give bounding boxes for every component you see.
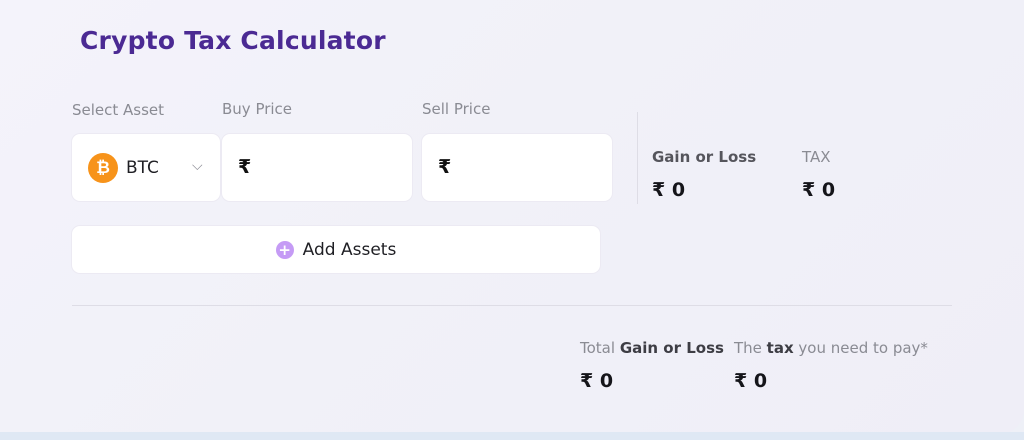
- add-assets-button[interactable]: + Add Assets: [72, 226, 600, 273]
- total-gain-loss-value: ₹ 0: [580, 370, 614, 392]
- asset-select[interactable]: ₿ BTC ⌵: [72, 134, 220, 201]
- total-prefix: Total: [580, 339, 620, 357]
- asset-select-value: BTC: [126, 158, 159, 178]
- sell-price-input[interactable]: ₹: [422, 134, 612, 201]
- buy-price-input[interactable]: ₹: [222, 134, 412, 201]
- add-assets-label: Add Assets: [302, 239, 397, 260]
- total-gain-loss-label: Total Gain or Loss: [580, 339, 724, 357]
- rupee-icon: ₹: [238, 156, 252, 178]
- page-title: Crypto Tax Calculator: [80, 26, 386, 55]
- buy-price-label: Buy Price: [222, 100, 293, 118]
- tax-label: TAX: [802, 148, 831, 166]
- gain-loss-label: Gain or Loss: [652, 148, 757, 166]
- tax-to-pay-label: The tax you need to pay*: [734, 339, 928, 357]
- select-asset-label: Select Asset: [72, 101, 165, 119]
- tax-suffix: you need to pay*: [793, 339, 928, 357]
- tax-to-pay-value: ₹ 0: [734, 370, 768, 392]
- gain-loss-value: ₹ 0: [652, 179, 686, 201]
- tax-bold-text: tax: [766, 339, 794, 357]
- bitcoin-icon: ₿: [88, 153, 118, 183]
- horizontal-divider: [72, 305, 952, 306]
- chevron-down-icon: ⌵: [192, 158, 203, 174]
- vertical-divider: [637, 112, 638, 204]
- tax-prefix: The: [734, 339, 767, 357]
- rupee-icon: ₹: [438, 156, 452, 178]
- plus-circle-icon: +: [275, 240, 294, 259]
- total-bold-text: Gain or Loss: [619, 339, 724, 357]
- card-bottom-edge: [0, 432, 1024, 440]
- tax-value: ₹ 0: [802, 179, 836, 201]
- calculator-card: [0, 0, 1024, 434]
- sell-price-label: Sell Price: [422, 100, 491, 118]
